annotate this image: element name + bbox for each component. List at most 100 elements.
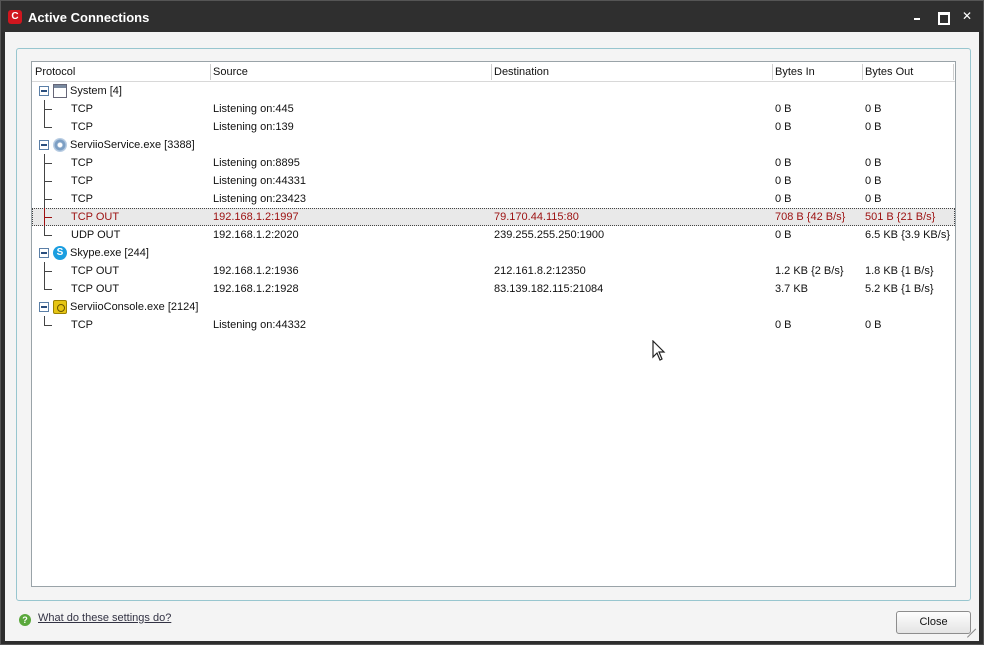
minimize-icon[interactable] [910, 9, 924, 23]
connection-row[interactable]: TCP OUT 192.168.1.2:1936 212.161.8.2:12350… [32, 262, 955, 280]
connections-grid[interactable]: Protocol Source Destination Bytes In Byt… [31, 61, 956, 587]
bytes-out-cell: 5.2 KB {1 B/s} [865, 283, 934, 295]
destination-cell [494, 100, 772, 118]
close-button[interactable]: Close [896, 611, 971, 634]
connection-row[interactable]: TCP OUT 192.168.1.2:1997 79.170.44.115:80 7… [32, 208, 955, 226]
source-cell: Listening on:23423 [213, 193, 306, 205]
source-cell: 192.168.1.2:2020 [213, 229, 299, 241]
bytes-out-cell: 0 B [865, 193, 882, 205]
connection-row[interactable]: TCP Listening on:139 0 B 0 B [32, 118, 955, 136]
column-header-protocol[interactable]: Protocol [32, 62, 209, 82]
protocol-cell: TCP [71, 103, 93, 115]
protocol-cell: TCP OUT [71, 211, 120, 223]
protocol-cell: TCP OUT [71, 283, 120, 295]
bytes-in-cell: 0 B [775, 157, 792, 169]
protocol-cell: TCP [71, 175, 93, 187]
active-connections-window: C Active Connections ✕ Protocol Source D… [0, 0, 984, 645]
tree-line [44, 271, 52, 272]
connection-row[interactable]: UDP OUT 192.168.1.2:2020 239.255.255.250:1… [32, 226, 955, 244]
destination-cell [494, 154, 772, 172]
column-header-bytes-out[interactable]: Bytes Out [862, 62, 953, 82]
destination-cell: 79.170.44.115:80 [494, 211, 579, 223]
tree-line [44, 226, 45, 235]
tree-line [44, 316, 45, 325]
tree-line [44, 235, 52, 236]
bytes-in-cell: 1.2 KB {2 B/s} [775, 265, 844, 277]
comodo-logo-icon: C [8, 10, 22, 24]
column-header-destination[interactable]: Destination [491, 62, 772, 82]
process-name: ServiioConsole.exe [2124] [70, 301, 199, 313]
connection-row[interactable]: TCP Listening on:23423 0 B 0 B [32, 190, 955, 208]
connection-row[interactable]: TCP OUT 192.168.1.2:1928 83.139.182.115:21… [32, 280, 955, 298]
collapse-toggle-icon[interactable] [39, 86, 49, 96]
protocol-cell: TCP [71, 157, 93, 169]
bytes-out-cell: 0 B [865, 121, 882, 133]
destination-cell: 239.255.255.250:1900 [494, 229, 605, 241]
source-cell: Listening on:445 [213, 103, 294, 115]
collapse-toggle-icon[interactable] [39, 302, 49, 312]
bytes-in-cell: 0 B [775, 193, 792, 205]
source-cell: Listening on:44332 [213, 319, 306, 331]
protocol-cell: TCP [71, 121, 93, 133]
column-header-source[interactable]: Source [210, 62, 490, 82]
source-cell: 192.168.1.2:1936 [213, 265, 299, 277]
help-icon: ? [19, 614, 31, 626]
collapse-toggle-icon[interactable] [39, 248, 49, 258]
tree-group-row[interactable]: System [4] [32, 82, 955, 100]
help-link[interactable]: What do these settings do? [38, 612, 171, 624]
tree-line [44, 118, 45, 127]
tree-line [44, 280, 45, 289]
grid-header: Protocol Source Destination Bytes In Byt… [32, 62, 955, 82]
tree-line [44, 325, 52, 326]
protocol-cell: TCP [71, 193, 93, 205]
protocol-cell: UDP OUT [71, 229, 121, 241]
bytes-out-cell: 0 B [865, 157, 882, 169]
tree-group-row[interactable]: ServiioConsole.exe [2124] [32, 298, 955, 316]
bytes-in-cell: 0 B [775, 319, 792, 331]
protocol-cell: TCP [71, 319, 93, 331]
column-header-bytes-in[interactable]: Bytes In [772, 62, 862, 82]
dialog-body: Protocol Source Destination Bytes In Byt… [5, 32, 979, 641]
bytes-out-cell: 6.5 KB {3.9 KB/s} [865, 229, 951, 241]
process-name: Skype.exe [244] [70, 247, 149, 259]
connection-row[interactable]: TCP Listening on:8895 0 B 0 B [32, 154, 955, 172]
tree-line [44, 217, 52, 218]
destination-cell: 212.161.8.2:12350 [494, 265, 586, 277]
collapse-toggle-icon[interactable] [39, 140, 49, 150]
source-cell: 192.168.1.2:1928 [213, 283, 299, 295]
tree-line [44, 181, 52, 182]
connection-row[interactable]: TCP Listening on:44331 0 B 0 B [32, 172, 955, 190]
bytes-in-cell: 0 B [775, 229, 792, 241]
bytes-in-cell: 0 B [775, 103, 792, 115]
tree-group-row[interactable]: S Skype.exe [244] [32, 244, 955, 262]
process-name: System [4] [70, 85, 122, 97]
connection-row[interactable]: TCP Listening on:44332 0 B 0 B [32, 316, 955, 334]
gear-icon [53, 138, 67, 152]
connection-row[interactable]: TCP Listening on:445 0 B 0 B [32, 100, 955, 118]
bytes-in-cell: 3.7 KB [775, 283, 809, 295]
source-cell: Listening on:139 [213, 121, 294, 133]
close-icon[interactable]: ✕ [960, 9, 974, 23]
resize-grip-icon[interactable] [967, 628, 977, 638]
process-name: ServiioService.exe [3388] [70, 139, 195, 151]
bytes-in-cell: 0 B [775, 175, 792, 187]
column-divider[interactable] [953, 64, 954, 80]
console-icon [53, 300, 67, 314]
source-cell: 192.168.1.2:1997 [213, 211, 299, 223]
source-cell: Listening on:8895 [213, 157, 300, 169]
protocol-cell: TCP OUT [71, 265, 120, 277]
window-icon [53, 84, 67, 98]
destination-cell [494, 316, 772, 334]
source-cell: Listening on:44331 [213, 175, 306, 187]
tree-group-row[interactable]: ServiioService.exe [3388] [32, 136, 955, 154]
bytes-out-cell: 0 B [865, 103, 882, 115]
title-bar[interactable]: C Active Connections ✕ [1, 1, 983, 32]
bytes-out-cell: 1.8 KB {1 B/s} [865, 265, 934, 277]
bytes-out-cell: 0 B [865, 175, 882, 187]
tree-line [44, 127, 52, 128]
destination-cell [494, 118, 772, 136]
bytes-out-cell: 0 B [865, 319, 882, 331]
maximize-icon[interactable] [935, 9, 950, 25]
destination-cell: 83.139.182.115:21084 [494, 283, 604, 295]
skype-icon: S [53, 246, 67, 260]
